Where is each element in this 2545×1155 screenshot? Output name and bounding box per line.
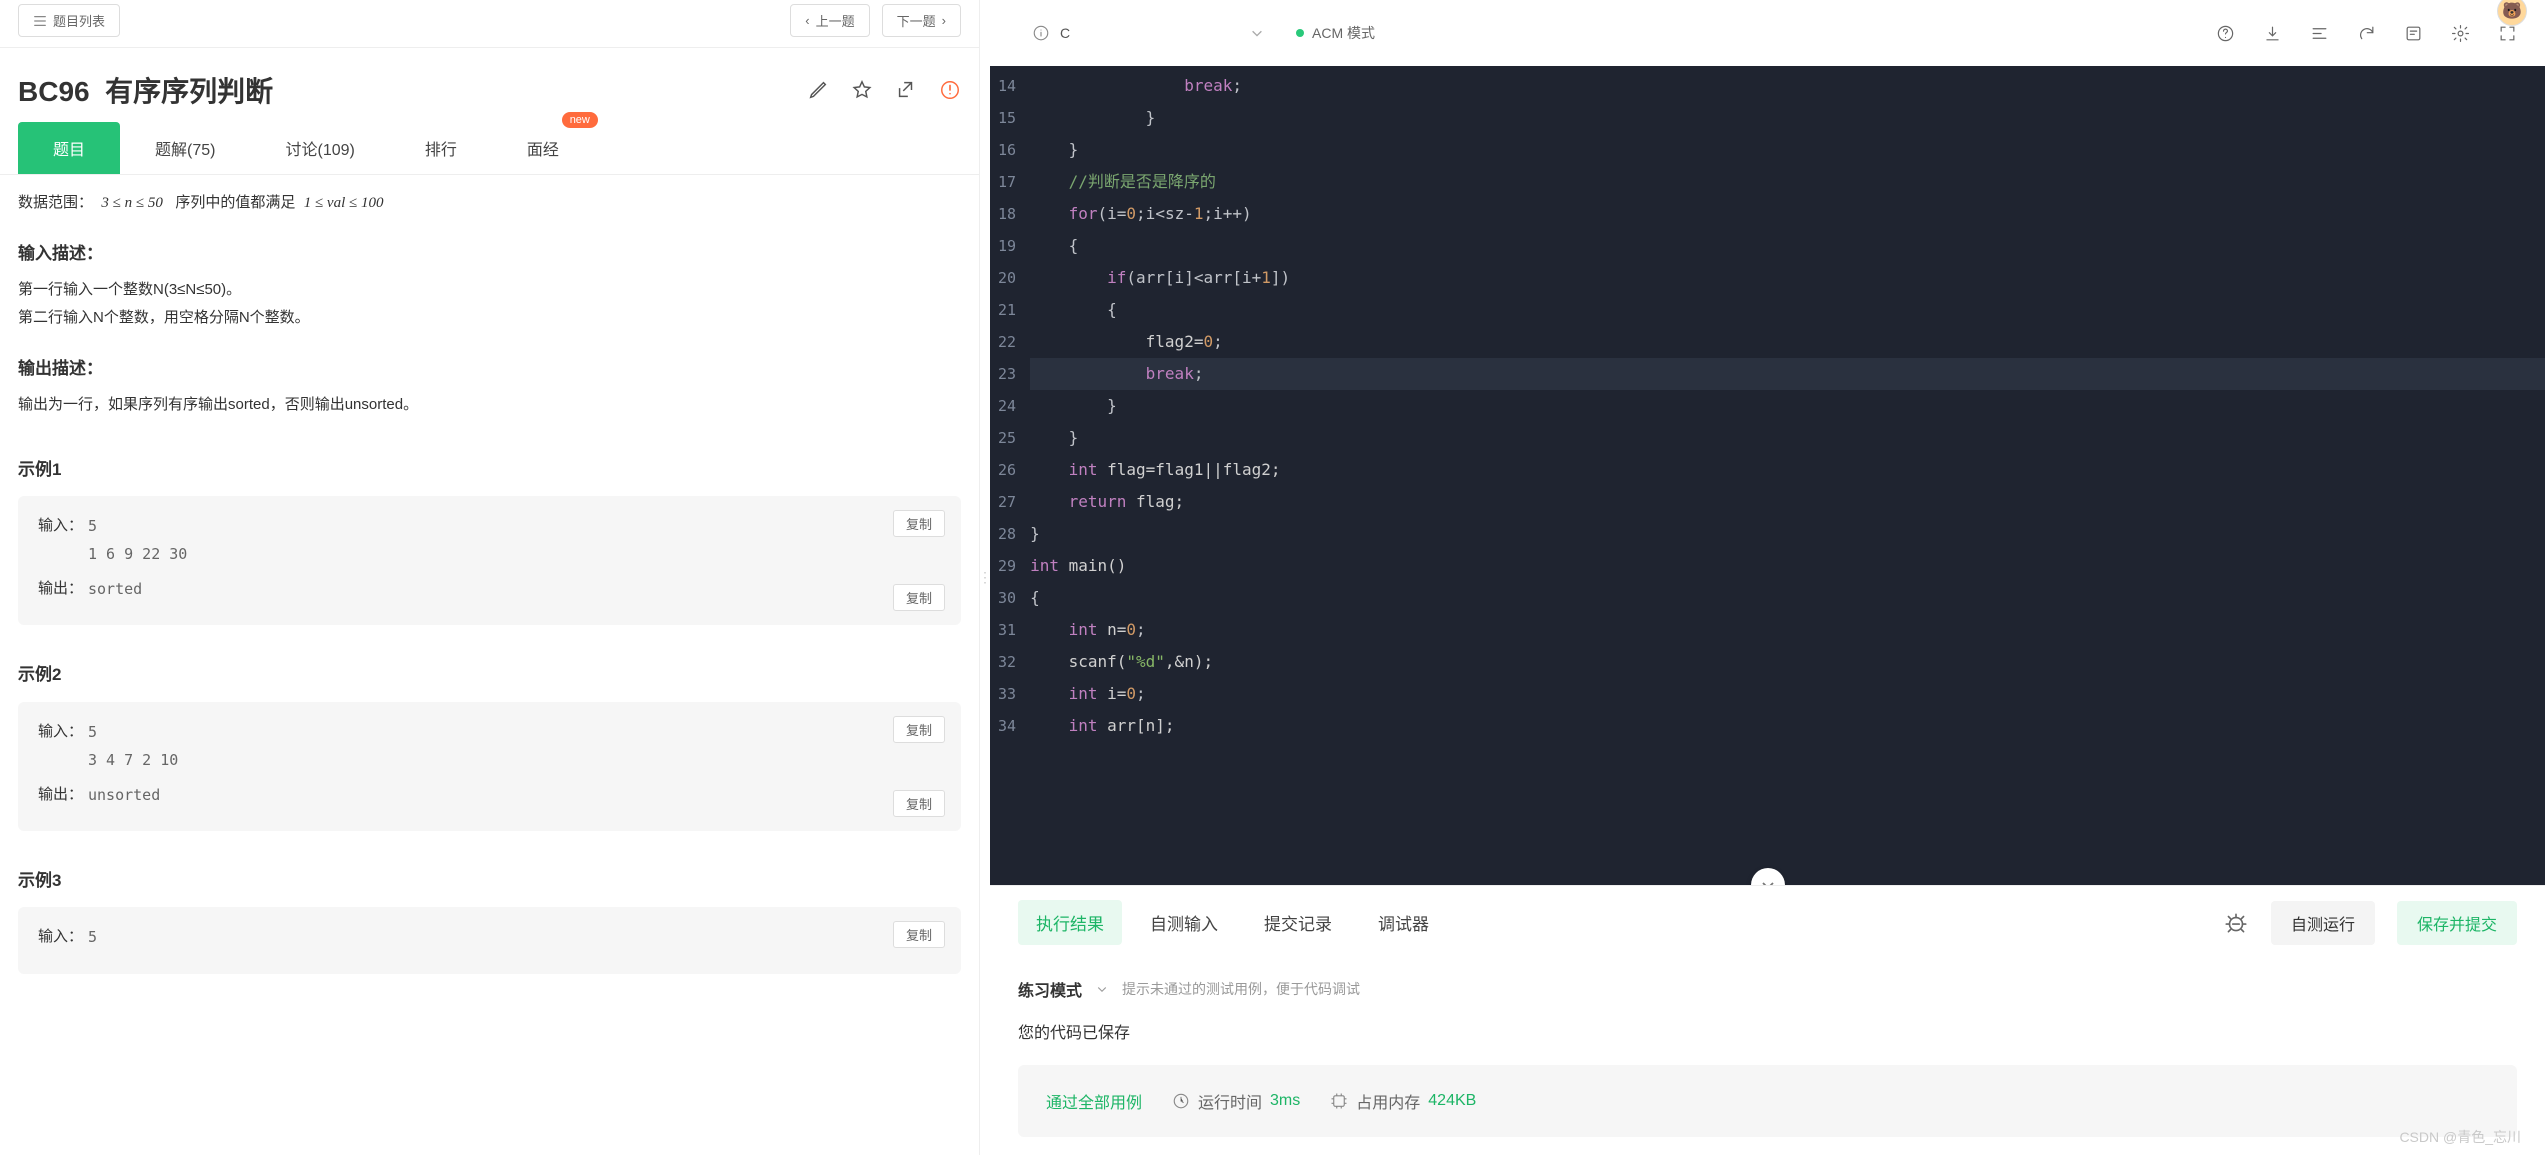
chevron-right-icon: ›: [942, 13, 946, 28]
chevron-down-icon: [1760, 877, 1776, 885]
star-icon[interactable]: [851, 79, 873, 101]
practice-mode-label: 练习模式: [1018, 977, 1082, 1001]
code-editor[interactable]: 1415161718192021222324252627282930313233…: [990, 66, 2545, 885]
tab-discuss[interactable]: 讨论(109): [250, 122, 389, 174]
help-icon[interactable]: [2216, 24, 2235, 43]
math-range-n: 3 ≤ n ≤ 50: [101, 195, 162, 211]
output-desc-heading: 输出描述：: [18, 353, 961, 385]
chevron-down-icon[interactable]: [1096, 983, 1108, 995]
pass-label: 通过全部用例: [1046, 1089, 1142, 1113]
tab-rank[interactable]: 排行: [390, 122, 492, 174]
problem-content: 数据范围： 3 ≤ n ≤ 50 序列中的值都满足 1 ≤ val ≤ 100 …: [0, 175, 979, 1155]
alert-icon[interactable]: [939, 79, 961, 101]
problem-tabs: 题目 题解(75) 讨论(109) 排行 面经 new: [0, 122, 979, 175]
input-desc-heading: 输入描述：: [18, 238, 961, 270]
memory-icon: [1330, 1092, 1348, 1110]
edit-icon[interactable]: [807, 79, 829, 101]
tab-result[interactable]: 执行结果: [1018, 900, 1122, 945]
panel-splitter[interactable]: ⋮: [980, 0, 990, 1155]
tab-selftest[interactable]: 自测输入: [1132, 900, 1236, 945]
language-select[interactable]: C: [1018, 18, 1278, 48]
list-icon: [33, 14, 47, 28]
line-gutter: 1415161718192021222324252627282930313233…: [990, 66, 1030, 746]
chevron-left-icon: ‹: [805, 13, 809, 28]
copy-input-button[interactable]: 复制: [893, 921, 945, 948]
next-problem-button[interactable]: 下一题 ›: [882, 4, 961, 37]
refresh-icon[interactable]: [2357, 24, 2376, 43]
clock-icon: [1172, 1092, 1190, 1110]
sample1-box: 复制 复制 输入：5 1 6 9 22 30 输出：sorted: [18, 496, 961, 626]
copy-input-button[interactable]: 复制: [893, 716, 945, 743]
tab-debugger[interactable]: 调试器: [1360, 900, 1447, 945]
bug-icon[interactable]: [2223, 910, 2249, 936]
prev-problem-button[interactable]: ‹ 上一题: [790, 4, 869, 37]
submit-button[interactable]: 保存并提交: [2397, 901, 2517, 945]
collapse-panel-button[interactable]: [1751, 868, 1785, 885]
download-icon[interactable]: [2263, 24, 2282, 43]
result-box: 通过全部用例 运行时间 3ms 占用内存 424KB: [1018, 1065, 2517, 1137]
top-nav: 题目列表 ‹ 上一题 下一题 ›: [0, 0, 979, 48]
math-range-val: 1 ≤ val ≤ 100: [304, 195, 384, 211]
mode-hint-text: 提示未通过的测试用例，便于代码调试: [1122, 979, 1360, 999]
notes-icon[interactable]: [2404, 24, 2423, 43]
tab-history[interactable]: 提交记录: [1246, 900, 1350, 945]
tab-experience[interactable]: 面经 new: [492, 122, 594, 174]
code-area[interactable]: break; } } //判断是否是降序的 for(i=0;i<sz-1;i++…: [1030, 66, 2545, 746]
saved-message: 您的代码已保存: [1018, 1019, 2517, 1043]
tab-solutions[interactable]: 题解(75): [120, 122, 250, 174]
tab-description[interactable]: 题目: [18, 122, 120, 174]
watermark: CSDN @青色_忘川: [2399, 1127, 2521, 1147]
sample1-heading: 示例1: [18, 454, 961, 486]
problem-title: BC96 有序序列判断: [18, 70, 273, 110]
settings-icon[interactable]: [2451, 24, 2470, 43]
new-badge: new: [562, 112, 598, 128]
sample2-heading: 示例2: [18, 659, 961, 691]
acm-mode-label: ACM 模式: [1296, 23, 1375, 43]
output-tabs: 执行结果 自测输入 提交记录 调试器: [1018, 900, 1447, 945]
sample3-heading: 示例3: [18, 865, 961, 897]
copy-input-button[interactable]: 复制: [893, 510, 945, 537]
problem-list-button[interactable]: 题目列表: [18, 4, 120, 37]
chevron-down-icon: [1250, 26, 1264, 40]
sample2-box: 复制 复制 输入：5 3 4 7 2 10 输出：unsorted: [18, 702, 961, 832]
self-run-button[interactable]: 自测运行: [2271, 901, 2375, 945]
fullscreen-icon[interactable]: [2498, 24, 2517, 43]
format-icon[interactable]: [2310, 24, 2329, 43]
status-dot-icon: [1296, 29, 1304, 37]
copy-output-button[interactable]: 复制: [893, 790, 945, 817]
info-icon: [1032, 24, 1050, 42]
copy-output-button[interactable]: 复制: [893, 584, 945, 611]
sample3-box: 复制 输入：5: [18, 907, 961, 974]
share-icon[interactable]: [895, 79, 917, 101]
